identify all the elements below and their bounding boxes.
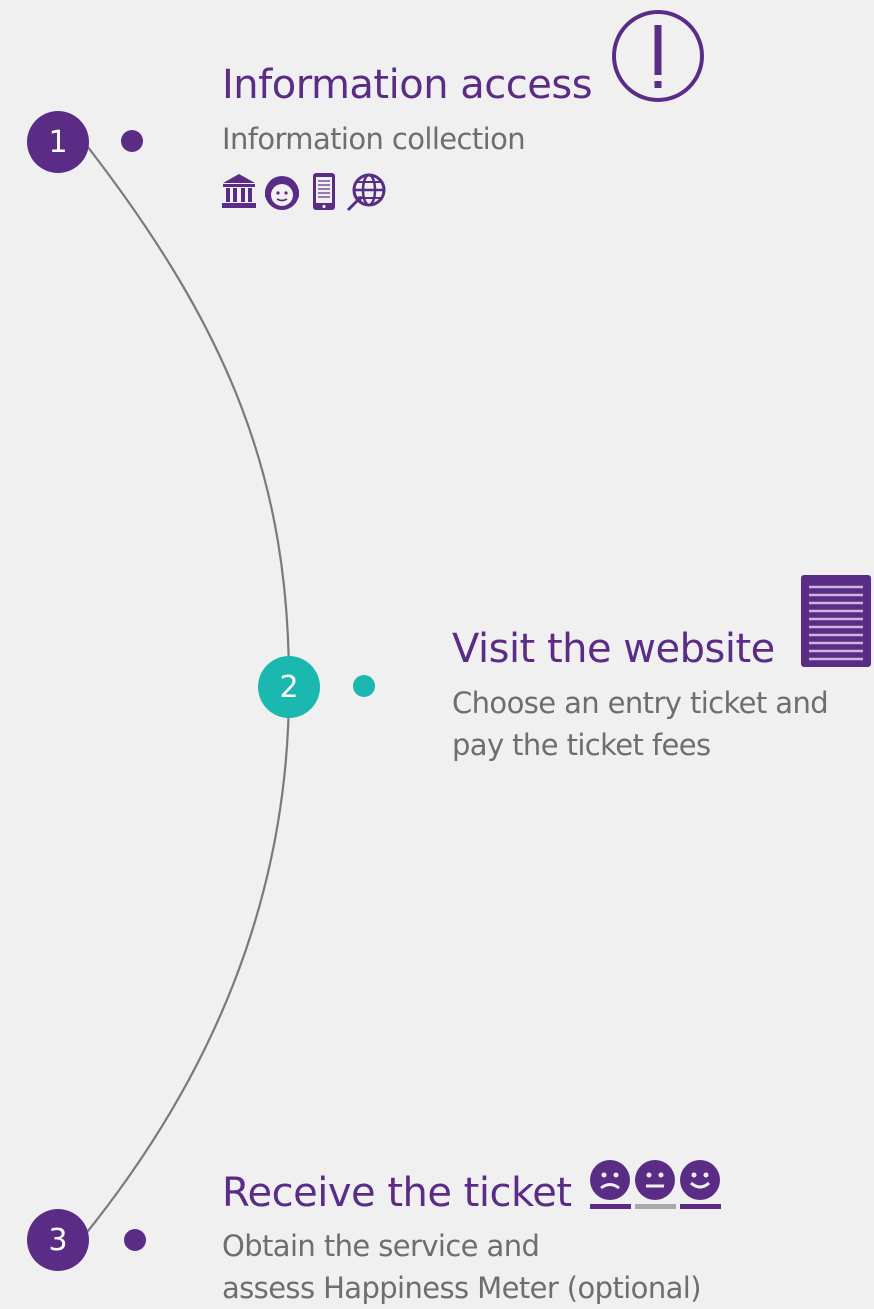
step-description: Obtain the service and assess Happiness … bbox=[222, 1229, 702, 1305]
step-title: Information access bbox=[222, 62, 593, 108]
step-number-badge: 3 bbox=[27, 1209, 89, 1271]
call-center-agent-icon bbox=[265, 176, 299, 210]
neutral-face-icon bbox=[635, 1160, 676, 1209]
step-marker-dot bbox=[353, 675, 375, 697]
step-title: Visit the website bbox=[452, 626, 775, 672]
document-form-icon bbox=[801, 575, 871, 667]
step-description: Information collection bbox=[222, 122, 526, 156]
mobile-phone-icon bbox=[313, 173, 335, 210]
step-description: Choose an entry ticket and pay the ticke… bbox=[452, 686, 829, 762]
service-channels bbox=[221, 172, 391, 212]
step-marker-dot bbox=[124, 1229, 146, 1251]
bank-icon bbox=[222, 174, 256, 208]
step-number-badge: 1 bbox=[27, 111, 89, 173]
website-globe-icon bbox=[346, 173, 386, 212]
step-number-badge: 2 bbox=[258, 656, 320, 718]
happy-face-icon bbox=[680, 1160, 721, 1209]
exclamation-circle-icon bbox=[612, 10, 704, 102]
happiness-meter-icon bbox=[590, 1160, 721, 1209]
step-title: Receive the ticket bbox=[222, 1170, 572, 1216]
sad-face-icon bbox=[590, 1160, 631, 1209]
step-marker-dot bbox=[121, 130, 143, 152]
